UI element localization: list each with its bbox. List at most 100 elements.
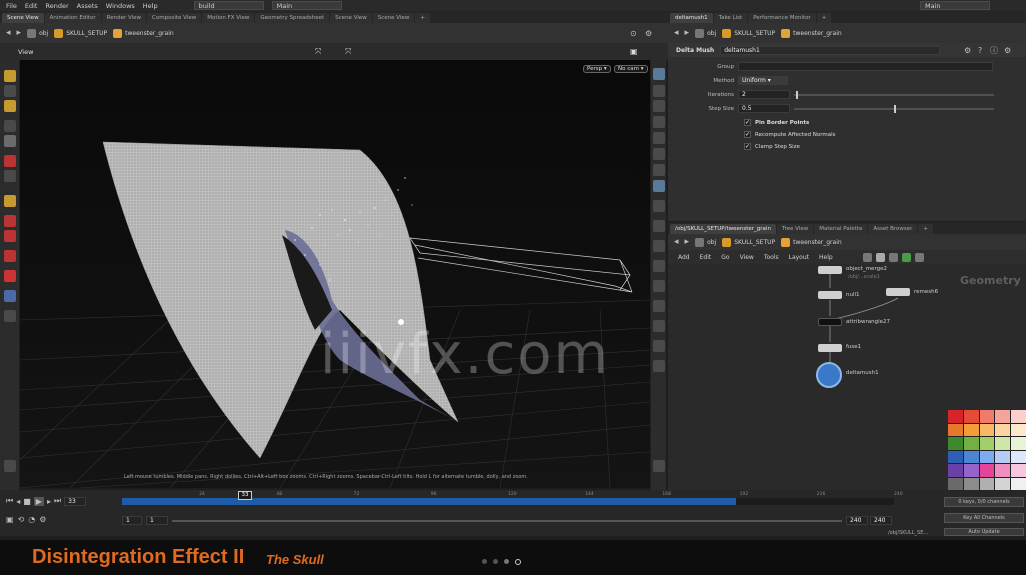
palette-swatch[interactable] xyxy=(948,464,963,477)
palette-swatch[interactable] xyxy=(1011,410,1026,423)
palette-swatch[interactable] xyxy=(963,450,979,463)
palette-swatch[interactable] xyxy=(1011,423,1026,436)
tab-performance-monitor[interactable]: Performance Monitor xyxy=(748,13,816,23)
loop-icon[interactable]: ⟲ xyxy=(18,515,25,524)
breadcrumb-tweenster[interactable]: tweenster_grain xyxy=(113,28,174,38)
tab-tree-view[interactable]: Tree View xyxy=(776,224,814,234)
view-top-icon[interactable] xyxy=(653,260,665,272)
network-menu-view[interactable]: View xyxy=(740,254,754,261)
menu-windows[interactable]: Windows xyxy=(106,2,135,10)
display-options-icon[interactable] xyxy=(653,68,665,80)
menu-help[interactable]: Help xyxy=(143,2,158,10)
pagination-dot-3[interactable] xyxy=(504,559,509,564)
rotate-tool-icon[interactable] xyxy=(4,135,16,147)
wireframe-icon[interactable] xyxy=(653,132,665,144)
palette-swatch[interactable] xyxy=(979,477,995,490)
current-frame-marker[interactable]: 33 xyxy=(238,491,252,500)
desktop-dropdown[interactable]: Main xyxy=(271,1,342,10)
stop-icon[interactable]: ■ xyxy=(23,497,31,506)
pagination-dot-4[interactable] xyxy=(515,559,521,565)
forward-arrow-icon[interactable]: ▸ xyxy=(17,28,22,38)
forward-arrow-icon-right[interactable]: ▸ xyxy=(685,28,690,38)
handle-tool-icon[interactable] xyxy=(4,170,16,182)
key-all-channels-button[interactable]: Key All Channels xyxy=(944,513,1024,523)
lights-icon[interactable] xyxy=(653,200,665,212)
palette-swatch[interactable] xyxy=(995,410,1011,423)
add-tab-button-right[interactable]: + xyxy=(816,13,832,23)
camera-button[interactable]: No cam ▾ xyxy=(614,65,648,73)
view-cam-icon[interactable] xyxy=(653,240,665,252)
palette-swatch[interactable] xyxy=(963,464,979,477)
pagination-dot-1[interactable] xyxy=(482,559,487,564)
tab-render-view[interactable]: Render View xyxy=(101,13,147,23)
camera-tool-icon[interactable] xyxy=(4,310,16,322)
persp-button[interactable]: Persp ▾ xyxy=(583,65,611,73)
auto-update-button[interactable]: Auto Update xyxy=(944,528,1024,536)
render-region-icon[interactable] xyxy=(4,270,16,282)
network-menu-edit[interactable]: Edit xyxy=(700,254,712,261)
breadcrumb-skull-setup-right[interactable]: SKULL_SETUP xyxy=(722,28,775,38)
keys-status-button[interactable]: 0 keys, 0/0 channels xyxy=(944,497,1024,507)
tab-composite-view[interactable]: Composite View xyxy=(147,13,202,23)
end-frame-field-2[interactable]: 240 xyxy=(870,516,892,525)
breadcrumb-obj-right[interactable]: obj xyxy=(695,28,716,38)
menu-assets[interactable]: Assets xyxy=(77,2,98,10)
view-side-icon[interactable] xyxy=(653,300,665,312)
lasso-tool-icon[interactable] xyxy=(4,230,16,242)
gear-icon-params[interactable]: ⚙ xyxy=(964,46,971,55)
tab-deltamush1[interactable]: deltamush1 xyxy=(670,13,713,23)
info-icon[interactable]: ⓘ xyxy=(990,45,998,56)
step-size-slider-handle[interactable] xyxy=(894,104,896,113)
tab-scene-view-3[interactable]: Scene View xyxy=(372,13,415,23)
node-fuse1[interactable] xyxy=(818,344,842,352)
realtime-icon[interactable]: ▣ xyxy=(6,515,14,524)
tab-geometry-spreadsheet[interactable]: Geometry Spreadsheet xyxy=(255,13,330,23)
start-frame-field[interactable]: 1 xyxy=(122,516,142,525)
scale-tool-icon[interactable] xyxy=(4,155,16,167)
magnet-tool-icon[interactable] xyxy=(4,250,16,262)
range-slider[interactable] xyxy=(172,520,842,522)
step-size-slider[interactable] xyxy=(794,104,994,113)
palette-swatch[interactable] xyxy=(963,477,979,490)
frame-icon[interactable] xyxy=(653,360,665,372)
breadcrumb-tweenster-right[interactable]: tweenster_grain xyxy=(781,28,842,38)
last-frame-icon[interactable]: ⏭ xyxy=(54,496,61,506)
network-menu-tools[interactable]: Tools xyxy=(764,254,779,261)
forward-arrow-icon-network[interactable]: ▸ xyxy=(685,237,690,247)
prev-key-icon[interactable]: ◂ xyxy=(16,497,20,506)
palette-swatch[interactable] xyxy=(948,423,963,436)
frame-field[interactable]: 33 xyxy=(64,496,87,506)
brush-tool-icon[interactable] xyxy=(4,215,16,227)
start-frame-field-2[interactable]: 1 xyxy=(146,516,168,525)
node-null1[interactable] xyxy=(818,291,842,299)
tab-animation-editor[interactable]: Animation Editor xyxy=(44,13,101,23)
back-arrow-icon-right[interactable]: ◂ xyxy=(674,28,679,38)
back-arrow-icon[interactable]: ◂ xyxy=(6,28,11,38)
breadcrumb-skull-setup[interactable]: SKULL_SETUP xyxy=(54,28,107,38)
display-icon[interactable]: ▣ xyxy=(630,47,638,56)
menu-render[interactable]: Render xyxy=(45,2,68,10)
network-menu-help[interactable]: Help xyxy=(819,254,833,261)
network-menu-layout[interactable]: Layout xyxy=(789,254,809,261)
bg-icon[interactable] xyxy=(653,180,665,192)
palette-swatch[interactable] xyxy=(963,410,979,423)
iterations-slider[interactable] xyxy=(794,90,994,99)
view-persp-icon[interactable] xyxy=(653,320,665,332)
snap-grid-icon[interactable] xyxy=(653,220,665,232)
node-remesh6[interactable] xyxy=(886,288,910,296)
palette-swatch[interactable] xyxy=(948,437,963,450)
next-key-icon[interactable]: ▸ xyxy=(47,497,51,506)
play-icon[interactable]: ▶ xyxy=(33,496,44,506)
network-toolbar-icons[interactable] xyxy=(862,252,924,262)
points-icon[interactable] xyxy=(653,148,665,160)
iterations-field[interactable]: 2 xyxy=(738,90,790,99)
pin-border-checkbox[interactable]: ✓ Pin Border Points xyxy=(744,119,809,126)
audio-icon[interactable]: ◔ xyxy=(28,515,35,524)
palette-swatch[interactable] xyxy=(948,477,963,490)
select-tool-icon[interactable] xyxy=(4,70,16,82)
handle-icon[interactable]: ⤧ xyxy=(345,47,351,57)
palette-swatch[interactable] xyxy=(995,450,1011,463)
palette-swatch[interactable] xyxy=(1011,450,1026,463)
arrow-tool-icon[interactable] xyxy=(4,120,16,132)
tab-material-palette[interactable]: Material Palette xyxy=(814,224,868,234)
